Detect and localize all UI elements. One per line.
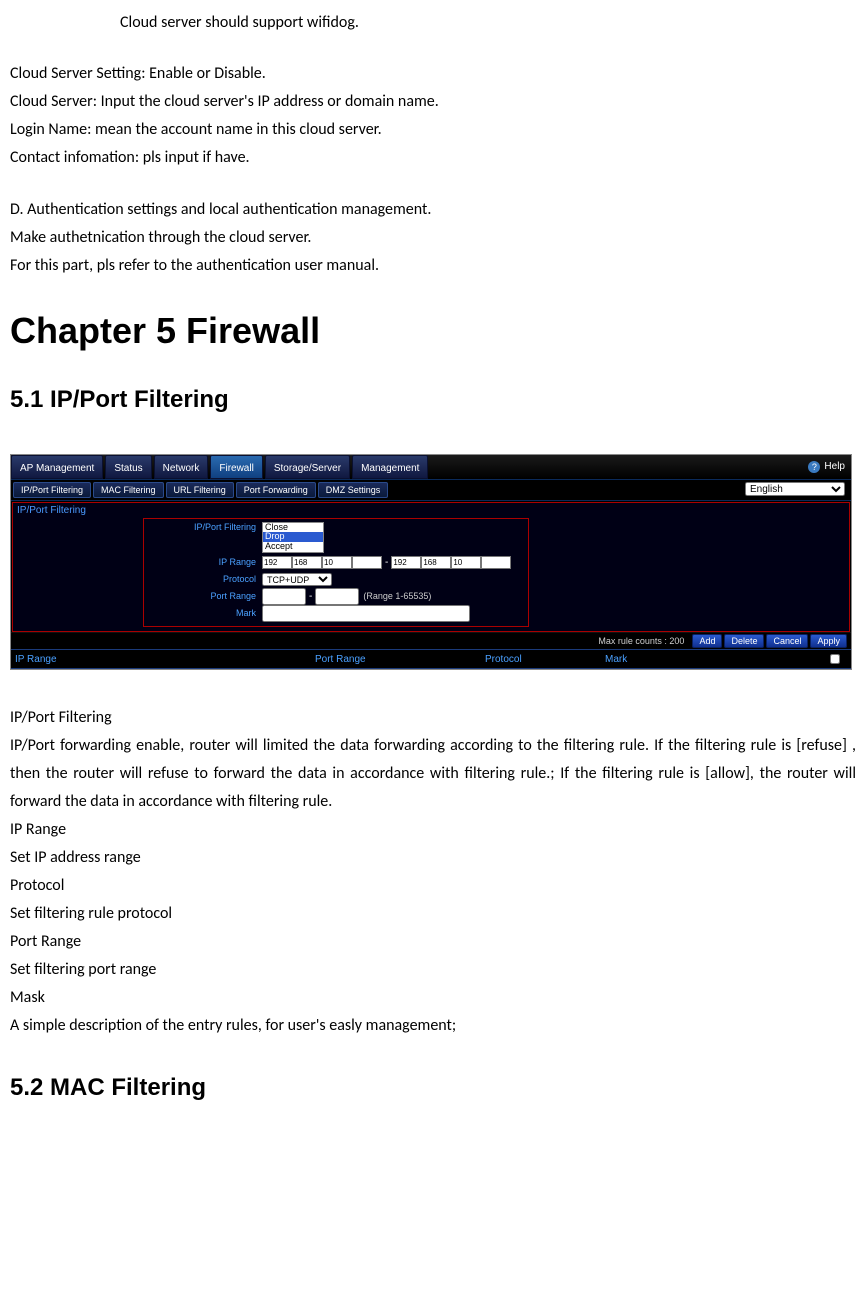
max-rule-label: Max rule counts : 200 — [598, 636, 684, 646]
dash-icon: - — [306, 591, 315, 602]
ip-b1[interactable] — [391, 556, 421, 569]
label-mark: Mark — [146, 608, 262, 618]
panel-title: IP/Port Filtering — [13, 503, 849, 518]
intro-line: Cloud server should support wifidog. — [120, 10, 856, 36]
body-line: IP Range — [10, 816, 856, 844]
subtab-ipport[interactable]: IP/Port Filtering — [13, 482, 91, 498]
label-iprange: IP Range — [146, 557, 262, 567]
intro-line: For this part, pls refer to the authenti… — [10, 252, 856, 280]
ip-a2[interactable] — [292, 556, 322, 569]
body-line: Port Range — [10, 928, 856, 956]
tab-ap-management[interactable]: AP Management — [11, 455, 103, 479]
body-line: Set IP address range — [10, 844, 856, 872]
subtab-mac[interactable]: MAC Filtering — [93, 482, 164, 498]
tab-management[interactable]: Management — [352, 455, 428, 479]
port-range-hint: (Range 1-65535) — [363, 591, 431, 601]
ip-b3[interactable] — [451, 556, 481, 569]
apply-button[interactable]: Apply — [810, 634, 847, 648]
intro-line: Login Name: mean the account name in thi… — [10, 116, 856, 144]
body-line: IP/Port forwarding enable, router will l… — [10, 732, 856, 816]
tab-firewall[interactable]: Firewall — [210, 455, 262, 479]
ip-a4[interactable] — [352, 556, 382, 569]
main-tab-row: AP Management Status Network Firewall St… — [11, 455, 851, 479]
col-mark: Mark — [605, 654, 765, 665]
intro-line: Cloud Server: Input the cloud server's I… — [10, 88, 856, 116]
filtering-dropdown[interactable]: Close Drop Accept — [262, 522, 324, 554]
col-protocol: Protocol — [485, 654, 605, 665]
chapter-heading: Chapter 5 Firewall — [10, 310, 856, 352]
mark-input[interactable] — [262, 605, 470, 622]
tab-status[interactable]: Status — [105, 455, 151, 479]
help-icon: ? — [808, 461, 820, 473]
ip-b4[interactable] — [481, 556, 511, 569]
help-label: Help — [824, 461, 845, 472]
col-port-range: Port Range — [315, 654, 485, 665]
port-to[interactable] — [315, 588, 359, 605]
dash-icon: - — [382, 557, 391, 568]
tab-network[interactable]: Network — [154, 455, 209, 479]
firewall-screenshot: AP Management Status Network Firewall St… — [10, 454, 852, 671]
delete-button[interactable]: Delete — [724, 634, 764, 648]
tab-storage[interactable]: Storage/Server — [265, 455, 350, 479]
subtab-dmz[interactable]: DMZ Settings — [318, 482, 389, 498]
protocol-select[interactable]: TCP+UDP — [262, 573, 332, 586]
ip-b2[interactable] — [421, 556, 451, 569]
action-footer: Max rule counts : 200 Add Delete Cancel … — [11, 632, 851, 649]
label-portrange: Port Range — [146, 591, 262, 601]
body-line: A simple description of the entry rules,… — [10, 1012, 856, 1040]
language-select[interactable]: English — [745, 482, 845, 496]
opt-accept[interactable]: Accept — [263, 542, 323, 552]
body-line: Mask — [10, 984, 856, 1012]
intro-line: Contact infomation: pls input if have. — [10, 144, 856, 172]
body-line: Set filtering rule protocol — [10, 900, 856, 928]
cancel-button[interactable]: Cancel — [766, 634, 808, 648]
body-line: IP/Port Filtering — [10, 704, 856, 732]
intro-line: Cloud Server Setting: Enable or Disable. — [10, 60, 856, 88]
label-protocol: Protocol — [146, 574, 262, 584]
subtab-portfw[interactable]: Port Forwarding — [236, 482, 316, 498]
ip-a1[interactable] — [262, 556, 292, 569]
intro-line: D. Authentication settings and local aut… — [10, 196, 856, 224]
section-heading-51: 5.1 IP/Port Filtering — [10, 386, 856, 414]
ip-a3[interactable] — [322, 556, 352, 569]
body-line: Set filtering port range — [10, 956, 856, 984]
ipport-form-panel: IP/Port Filtering IP/Port Filtering Clos… — [12, 502, 850, 633]
label-filtering: IP/Port Filtering — [146, 522, 262, 532]
subtab-url[interactable]: URL Filtering — [166, 482, 234, 498]
body-line: Protocol — [10, 872, 856, 900]
sub-tab-row: IP/Port Filtering MAC Filtering URL Filt… — [11, 479, 851, 501]
select-all-checkbox[interactable] — [830, 654, 840, 664]
form-inner: IP/Port Filtering Close Drop Accept IP R… — [143, 518, 529, 628]
help-link[interactable]: ? Help — [808, 455, 851, 479]
section-heading-52: 5.2 MAC Filtering — [10, 1074, 856, 1102]
intro-line: Make authetnication through the cloud se… — [10, 224, 856, 252]
col-ip-range: IP Range — [15, 654, 315, 665]
port-from[interactable] — [262, 588, 306, 605]
table-header-row: IP Range Port Range Protocol Mark — [11, 649, 851, 669]
add-button[interactable]: Add — [692, 634, 722, 648]
